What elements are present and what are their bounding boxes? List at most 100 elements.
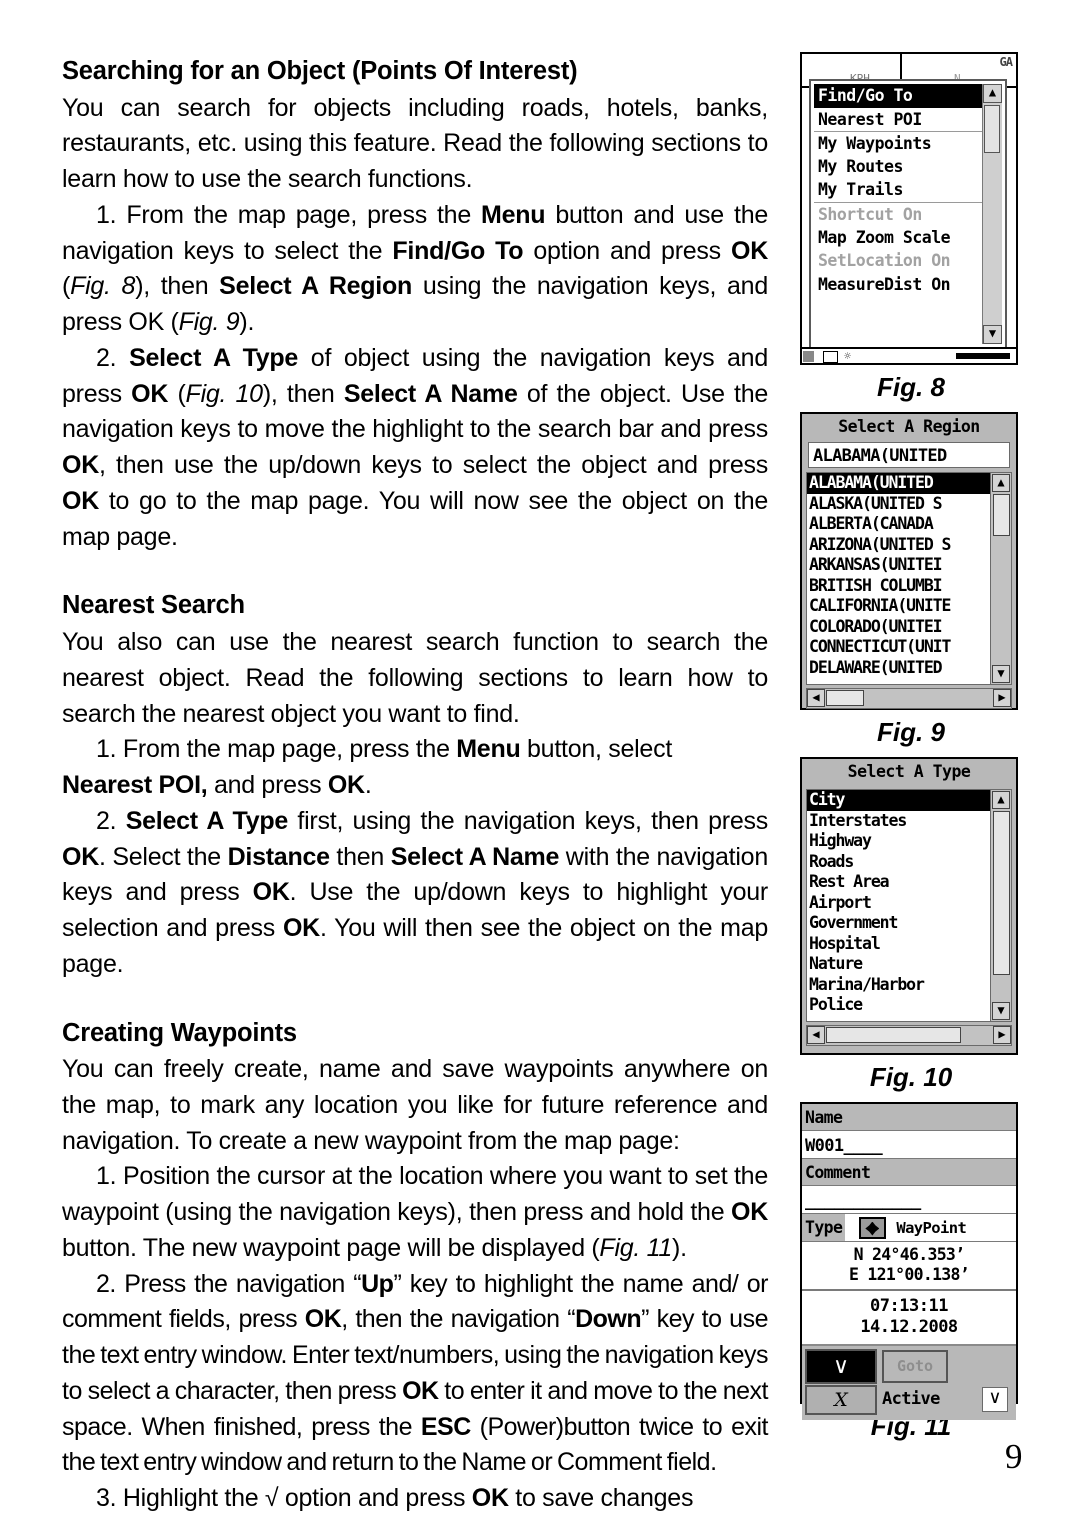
scroll-down-arrow-icon[interactable]: ▼ <box>992 1002 1010 1020</box>
scroll-right-arrow-icon[interactable]: ▶ <box>993 689 1011 707</box>
gps-bottom-bar: ☼ <box>802 347 1016 363</box>
menu-item[interactable]: SetLocation On <box>814 249 982 273</box>
menu-item[interactable]: My Trails <box>814 178 982 202</box>
section3-step-3: 3. Highlight the √ option and press OK t… <box>96 1484 694 1513</box>
scroll-down-arrow-icon[interactable]: ▼ <box>983 325 1002 344</box>
section2-intro-paragraph: You also can use the nearest search func… <box>62 628 768 728</box>
waypoint-name-label: Name <box>802 1104 1016 1131</box>
scroll-up-arrow-icon[interactable]: ▲ <box>983 84 1002 103</box>
list-item[interactable]: Nature <box>807 954 990 975</box>
figure-10-caption: Fig. 10 <box>869 1062 953 1092</box>
section1-heading-bold: Searching for an Object <box>62 57 346 85</box>
scrollbar-thumb[interactable] <box>993 494 1010 536</box>
scroll-left-arrow-icon[interactable]: ◀ <box>807 1026 825 1044</box>
figure-11-device-screenshot: Name W001____ Comment ____________ Type … <box>800 1102 1018 1420</box>
scrollbar-thumb[interactable] <box>993 811 1010 975</box>
list-item[interactable]: Hospital <box>807 934 990 955</box>
list-item[interactable]: CONNECTICUT(UNIT <box>807 637 990 658</box>
page-number: 9 <box>1005 1437 1023 1476</box>
list-item[interactable]: ALBERTA(CANADA <box>807 514 990 535</box>
section3-step-2: 2. Press the navigation “Up” key to high… <box>62 1269 769 1477</box>
section1-step-2: 2. Select A Type of object using the nav… <box>62 343 769 551</box>
list-item[interactable]: Interstates <box>807 811 990 832</box>
section-heading-nearest-search: Nearest Search <box>62 589 768 622</box>
waypoint-time: 07:13:11 <box>870 1296 948 1316</box>
section1-step-1: 1. From the map page, press the Menu but… <box>62 200 768 337</box>
section3-intro-paragraph: You can freely create, name and save way… <box>62 1055 768 1155</box>
waypoint-type-label: Type <box>802 1214 846 1241</box>
region-list-container: ALABAMA(UNITED ALASKA(UNITED S ALBERTA(CAN… <box>806 472 1012 685</box>
bottom-bar-battery-icon <box>823 351 838 363</box>
scrollbar-thumb[interactable] <box>984 105 1000 153</box>
region-horizontal-scrollbar[interactable]: ◀ ▶ <box>806 688 1012 709</box>
list-item[interactable]: Marina/Harbor <box>807 975 990 996</box>
list-item[interactable]: ALASKA(UNITED S <box>807 494 990 515</box>
scroll-down-arrow-icon[interactable]: ▼ <box>992 665 1010 683</box>
scroll-right-arrow-icon[interactable]: ▶ <box>993 1026 1011 1044</box>
waypoint-goto-button[interactable]: Goto <box>882 1350 948 1383</box>
type-list-container: City Interstates Highway Roads Rest Area Airp… <box>806 789 1012 1022</box>
waypoint-type-row[interactable]: Type WayPoint <box>802 1214 1016 1242</box>
menu-item[interactable]: My Waypoints <box>814 131 982 155</box>
type-list-items: City Interstates Highway Roads Rest Area Airp… <box>807 790 990 1021</box>
waypoint-latitude: N 24°46.353’ <box>853 1245 966 1264</box>
list-item[interactable]: City <box>807 790 990 811</box>
type-horizontal-scrollbar[interactable]: ◀ ▶ <box>806 1025 1012 1046</box>
article-text-column: Searching for an Object (Points Of Inter… <box>62 55 769 1517</box>
horizontal-scrollbar-thumb[interactable] <box>826 690 864 706</box>
menu-item[interactable]: Nearest POI <box>814 108 982 132</box>
list-item[interactable]: ARIZONA(UNITED S <box>807 535 990 556</box>
bottom-bar-scale-bar <box>956 353 1010 359</box>
menu-item[interactable]: Shortcut On <box>814 201 982 226</box>
list-item[interactable]: ALABAMA(UNITED <box>807 473 990 494</box>
region-search-bar[interactable]: ALABAMA(UNITED <box>808 442 1010 468</box>
waypoint-save-button[interactable]: ∨ <box>805 1349 877 1384</box>
list-item[interactable]: Roads <box>807 852 990 873</box>
list-item[interactable]: Police <box>807 995 990 1016</box>
waypoint-active-label: Active <box>882 1389 940 1409</box>
list-item[interactable]: CALIFORNIA(UNITE <box>807 596 990 617</box>
scroll-left-arrow-icon[interactable]: ◀ <box>807 689 825 707</box>
figure-8-caption: Fig. 8 <box>877 372 945 402</box>
section1-heading-rest: (Points Of Interest) <box>345 57 578 85</box>
list-item[interactable]: DELAWARE(UNITED <box>807 658 990 679</box>
figure-9-device-screenshot: Select A Region ALABAMA(UNITED ALABAMA(U… <box>800 412 1018 710</box>
list-item[interactable]: Government <box>807 913 990 934</box>
waypoint-active-checkbox[interactable]: ∨ <box>982 1387 1008 1412</box>
section2-heading-text: Nearest Search <box>62 591 245 620</box>
waypoint-name-field[interactable]: W001____ <box>802 1131 1016 1159</box>
section-heading-creating-waypoints: Creating Waypoints <box>62 1017 768 1050</box>
list-item[interactable]: ARKANSAS(UNITEI <box>807 555 990 576</box>
list-item[interactable]: Highway <box>807 831 990 852</box>
figure-10-device-screenshot: Select A Type City Interstates Highway Road… <box>800 757 1018 1055</box>
bottom-bar-satellite-icon: ☼ <box>844 349 852 363</box>
waypoint-coordinates: N 24°46.353’ E 121°00.138’ <box>802 1242 1016 1291</box>
waypoint-date: 14.12.2008 <box>860 1317 958 1337</box>
type-vertical-scrollbar[interactable]: ▲ ▼ <box>990 790 1011 1021</box>
menu-item[interactable]: Find/Go To <box>814 84 982 108</box>
list-item[interactable]: BRITISH COLUMBI <box>807 576 990 597</box>
region-vertical-scrollbar[interactable]: ▲ ▼ <box>990 473 1011 684</box>
scroll-up-arrow-icon[interactable]: ▲ <box>992 474 1010 492</box>
list-item[interactable]: COLORADO(UNITEI <box>807 617 990 638</box>
bottom-bar-block-icon <box>803 351 814 362</box>
section3-heading-text: Creating Waypoints <box>62 1018 297 1047</box>
list-item[interactable]: Rest Area <box>807 872 990 893</box>
section-heading-searching-for-an-object: Searching for an Object (Points Of Inter… <box>62 55 768 88</box>
list-item[interactable]: Airport <box>807 893 990 914</box>
waypoint-comment-label: Comment <box>802 1159 1016 1186</box>
menu-item[interactable]: Map Zoom Scale <box>814 226 982 250</box>
waypoint-longitude: E 121°00.138’ <box>848 1265 970 1284</box>
figure-9-caption: Fig. 9 <box>877 717 945 747</box>
waypoint-comment-field[interactable]: ____________ <box>802 1186 1016 1214</box>
menu-item[interactable]: MeasureDist On <box>814 273 982 297</box>
menu-item[interactable]: My Routes <box>814 155 982 179</box>
waypoint-cancel-button[interactable]: X <box>805 1385 877 1415</box>
horizontal-scrollbar-thumb[interactable] <box>826 1027 961 1043</box>
scroll-up-arrow-icon[interactable]: ▲ <box>992 791 1010 809</box>
menu-vertical-scrollbar[interactable]: ▲ ▼ <box>982 84 1002 344</box>
figure-8-device-screenshot: GA KPH N Find/Go ToNearest POIMy Waypoin… <box>800 52 1018 365</box>
find-go-to-menu-popup: Find/Go To Nearest POI My Waypoints My Rout… <box>809 79 1007 349</box>
region-list-items: ALABAMA(UNITED ALASKA(UNITED S ALBERTA(CAN… <box>807 473 990 684</box>
